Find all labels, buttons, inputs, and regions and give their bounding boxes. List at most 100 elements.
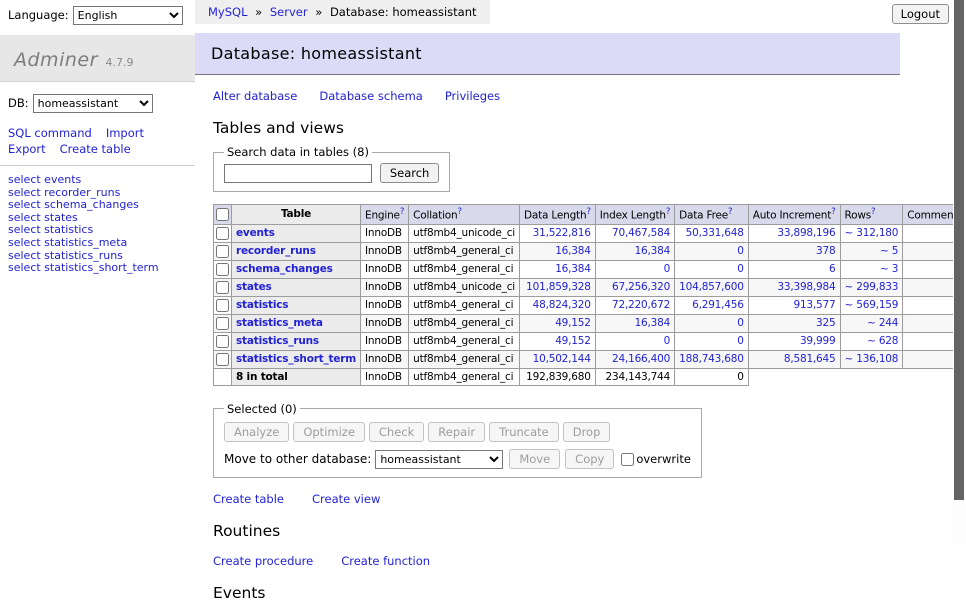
index-length-link[interactable]: 67,256,320 <box>600 281 670 293</box>
row-checkbox-events[interactable] <box>216 227 229 240</box>
logout-button[interactable]: Logout <box>892 4 949 24</box>
create-procedure-link[interactable]: Create procedure <box>213 554 313 568</box>
scrollbar-thumb[interactable] <box>954 0 964 500</box>
sidebar-divider <box>0 165 195 166</box>
sidebar-link-sql-command[interactable]: SQL command <box>8 125 92 141</box>
rows-help-link[interactable]: ? <box>871 207 875 217</box>
table-link-statistics-meta[interactable]: statistics_meta <box>236 317 323 329</box>
rows-link[interactable]: ~ 136,108 <box>845 353 899 365</box>
data-length-link[interactable]: 48,824,320 <box>524 299 591 311</box>
rows-link[interactable]: ~ 244 <box>845 317 899 329</box>
auto-increment-link[interactable]: 913,577 <box>753 299 836 311</box>
column-header-data-length: Data Length? <box>520 205 596 225</box>
rows-link[interactable]: ~ 299,833 <box>845 281 899 293</box>
auto-increment-link[interactable]: 378 <box>753 245 836 257</box>
create-table-link[interactable]: Create table <box>213 492 284 506</box>
move-database-select[interactable]: homeassistant <box>375 450 503 469</box>
row-checkbox-statistics[interactable] <box>216 299 229 312</box>
privileges-link[interactable]: Privileges <box>445 89 500 103</box>
sidebar-select-statistics-meta[interactable]: select statistics_meta <box>8 237 195 250</box>
table-link-statistics-short-term[interactable]: statistics_short_term <box>236 353 356 365</box>
index-length-link[interactable]: 16,384 <box>600 317 670 329</box>
data-length-link[interactable]: 16,384 <box>524 245 591 257</box>
search-input[interactable] <box>224 164 372 183</box>
sidebar-link-export[interactable]: Export <box>8 141 46 157</box>
index-length-link[interactable]: 72,220,672 <box>600 299 670 311</box>
analyze-button: Analyze <box>224 422 289 442</box>
sidebar-select-statistics-short-term[interactable]: select statistics_short_term <box>8 262 195 275</box>
table-link-events[interactable]: events <box>236 227 275 239</box>
row-checkbox-recorder-runs[interactable] <box>216 245 229 258</box>
data-length-link[interactable]: 31,522,816 <box>524 227 591 239</box>
total-empty-cell <box>214 368 232 385</box>
db-select[interactable]: homeassistant <box>33 94 153 113</box>
data-free-link[interactable]: 104,857,600 <box>679 281 744 293</box>
row-checkbox-states[interactable] <box>216 281 229 294</box>
data-free-link[interactable]: 6,291,456 <box>679 299 744 311</box>
collation-help-link[interactable]: ? <box>457 207 461 217</box>
rows-link[interactable]: ~ 628 <box>845 335 899 347</box>
table-link-statistics[interactable]: statistics <box>236 299 288 311</box>
rows-link[interactable]: ~ 569,159 <box>845 299 899 311</box>
data-length-link[interactable]: 16,384 <box>524 263 591 275</box>
row-checkbox-statistics-short-term[interactable] <box>216 353 229 366</box>
auto-increment-link[interactable]: 39,999 <box>753 335 836 347</box>
data-free-link[interactable]: 0 <box>679 335 744 347</box>
data-free-help-link[interactable]: ? <box>728 207 732 217</box>
data-free-link[interactable]: 0 <box>679 263 744 275</box>
table-row-events: eventsInnoDButf8mb4_unicode_ci31,522,816… <box>214 224 966 242</box>
index-length-help-link[interactable]: ? <box>666 207 670 217</box>
overwrite-checkbox[interactable] <box>621 453 634 466</box>
data-length-link[interactable]: 49,152 <box>524 317 591 329</box>
auto-increment-help-link[interactable]: ? <box>831 207 835 217</box>
index-length-link[interactable]: 16,384 <box>600 245 670 257</box>
data-length-link[interactable]: 10,502,144 <box>524 353 591 365</box>
data-free-link[interactable]: 188,743,680 <box>679 353 744 365</box>
row-checkbox-schema-changes[interactable] <box>216 263 229 276</box>
sidebar-table-links: select eventsselect recorder_runsselect … <box>8 174 195 275</box>
sidebar-link-create-table[interactable]: Create table <box>60 141 131 157</box>
column-header-data-free: Data Free? <box>675 205 749 225</box>
index-length-link[interactable]: 0 <box>600 335 670 347</box>
database-schema-link[interactable]: Database schema <box>319 89 422 103</box>
data-free-cell: 188,743,680 <box>675 350 749 368</box>
search-button[interactable]: Search <box>380 163 440 183</box>
data-length-help-link[interactable]: ? <box>586 207 590 217</box>
auto-increment-link[interactable]: 33,398,984 <box>753 281 836 293</box>
auto-increment-link[interactable]: 6 <box>753 263 836 275</box>
sidebar-select-schema-changes[interactable]: select schema_changes <box>8 199 195 212</box>
data-free-link[interactable]: 0 <box>679 245 744 257</box>
auto-increment-link[interactable]: 8,581,645 <box>753 353 836 365</box>
table-link-states[interactable]: states <box>236 281 272 293</box>
rows-link[interactable]: ~ 312,180 <box>845 227 899 239</box>
rows-link[interactable]: ~ 5 <box>845 245 899 257</box>
create-function-link[interactable]: Create function <box>341 554 430 568</box>
index-length-link[interactable]: 70,467,584 <box>600 227 670 239</box>
engine-cell: InnoDB <box>361 242 409 260</box>
breadcrumb-server-link[interactable]: Server <box>270 5 308 19</box>
alter-database-link[interactable]: Alter database <box>213 89 297 103</box>
tables-total-row: 8 in totalInnoDButf8mb4_general_ci192,83… <box>214 368 966 385</box>
create-view-link[interactable]: Create view <box>312 492 380 506</box>
auto-increment-link[interactable]: 33,898,196 <box>753 227 836 239</box>
data-free-link[interactable]: 0 <box>679 317 744 329</box>
auto-increment-link[interactable]: 325 <box>753 317 836 329</box>
index-length-link[interactable]: 0 <box>600 263 670 275</box>
row-checkbox-statistics-meta[interactable] <box>216 317 229 330</box>
data-free-link[interactable]: 50,331,648 <box>679 227 744 239</box>
data-length-link[interactable]: 49,152 <box>524 335 591 347</box>
table-link-statistics-runs[interactable]: statistics_runs <box>236 335 319 347</box>
data-length-link[interactable]: 101,859,328 <box>524 281 591 293</box>
table-link-recorder-runs[interactable]: recorder_runs <box>236 245 316 257</box>
engine-help-link[interactable]: ? <box>400 207 404 217</box>
select-all-checkbox[interactable] <box>216 208 229 221</box>
breadcrumb-mysql-link[interactable]: MySQL <box>208 5 248 19</box>
sidebar-select-events[interactable]: select events <box>8 174 195 187</box>
sidebar-link-import[interactable]: Import <box>106 125 144 141</box>
breadcrumb: MySQL » Server » Database: homeassistant <box>195 0 490 24</box>
language-select[interactable]: English <box>73 6 183 25</box>
rows-link[interactable]: ~ 3 <box>845 263 899 275</box>
index-length-link[interactable]: 24,166,400 <box>600 353 670 365</box>
table-link-schema-changes[interactable]: schema_changes <box>236 263 333 275</box>
row-checkbox-statistics-runs[interactable] <box>216 335 229 348</box>
